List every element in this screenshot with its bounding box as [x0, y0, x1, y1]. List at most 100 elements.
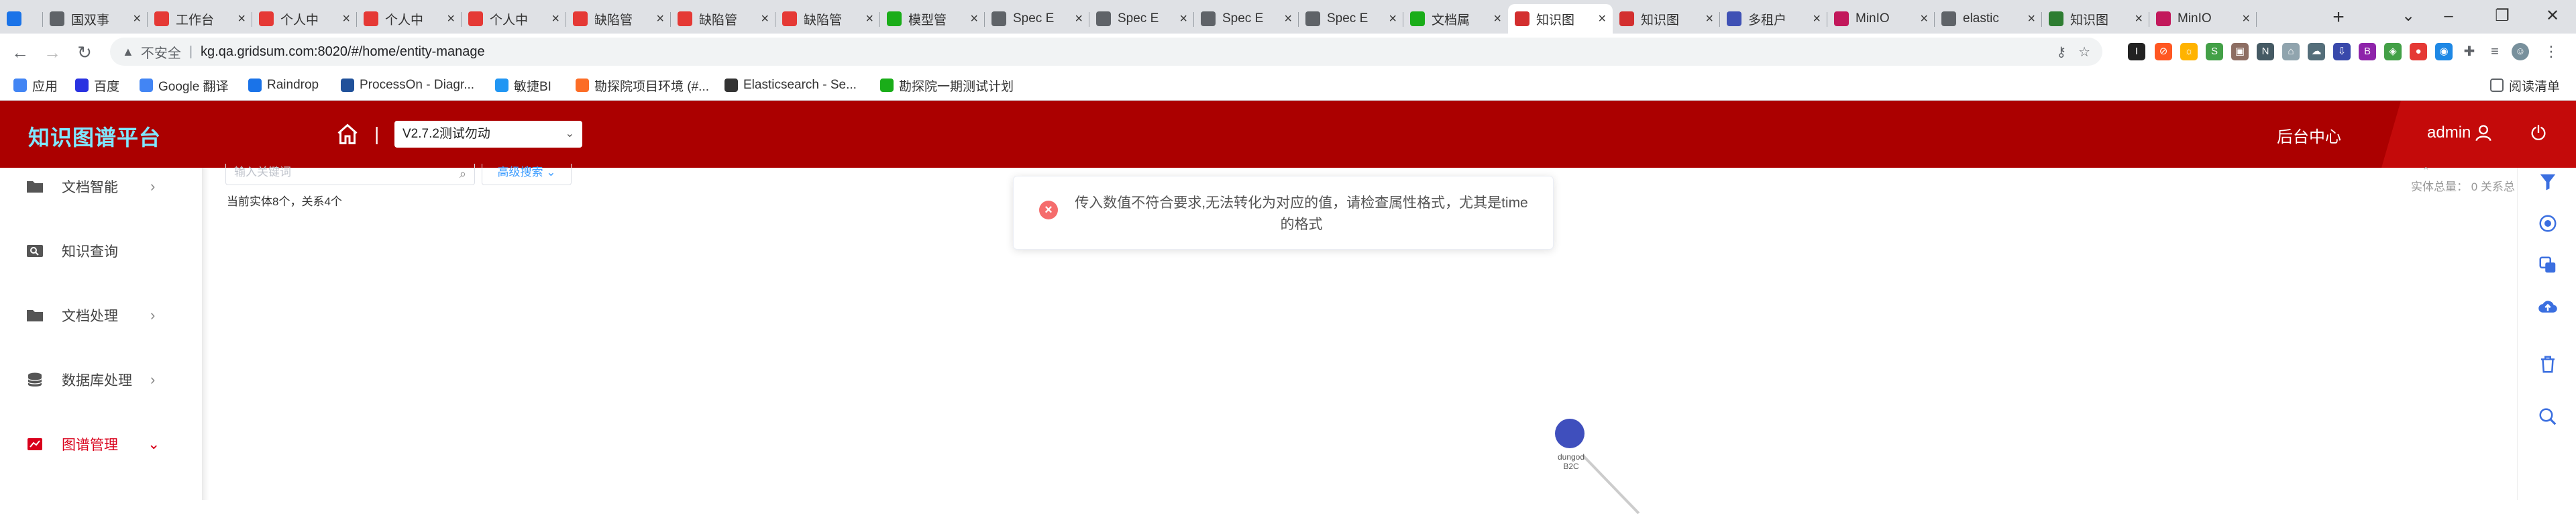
bookmark-item[interactable]: ProcessOn - Diagr... [341, 76, 474, 94]
app-logo[interactable]: 知识图谱平台 [28, 121, 161, 152]
browser-tab[interactable]: 缺陷管 × [775, 4, 880, 34]
browser-tab[interactable]: 知识图 × [1508, 4, 1613, 34]
bookmark-item[interactable]: Google 翻译 [140, 76, 229, 94]
logout-icon[interactable] [2529, 123, 2548, 142]
bookmark-item[interactable]: 勘探院一期测试计划 [880, 76, 1014, 94]
address-bar[interactable]: ▲ 不安全 | kg.qa.gridsum.com:8020/#/home/en… [110, 38, 2102, 66]
search-icon[interactable] [2538, 407, 2558, 427]
bookmark-item[interactable]: 百度 [75, 76, 119, 94]
browser-tab[interactable]: MinIO × [2149, 4, 2257, 34]
bookmark-star-icon[interactable]: ☆ [2078, 44, 2090, 60]
close-tab-icon[interactable]: × [970, 11, 978, 27]
extension-icon[interactable]: ▣ [2231, 43, 2249, 60]
sidebar-item-doc-intelligence[interactable]: 文档智能 › [0, 173, 201, 200]
extension-icon[interactable]: ◉ [2435, 43, 2453, 60]
close-tab-icon[interactable]: × [656, 11, 664, 27]
browser-tab[interactable]: 国双事 × [43, 4, 148, 34]
close-tab-icon[interactable]: × [237, 11, 246, 27]
browser-tab[interactable]: 知识图 × [1613, 4, 1720, 34]
bookmark-item[interactable]: 敏捷BI [495, 76, 551, 94]
minimize-icon[interactable]: – [2428, 3, 2469, 30]
extension-icon[interactable]: ☁ [2308, 43, 2325, 60]
browser-menu-icon[interactable]: ⋮ [2542, 43, 2560, 60]
bookmark-item[interactable]: Raindrop [248, 76, 319, 94]
bookmark-item[interactable]: Elasticsearch - Se... [724, 76, 857, 94]
browser-tab[interactable]: 缺陷管 × [566, 4, 671, 34]
extension-icon[interactable]: B [2359, 43, 2376, 60]
sidebar-item-doc-processing[interactable]: 文档处理 › [0, 302, 201, 329]
bookmark-item[interactable]: 应用 [13, 76, 58, 94]
extension-icon[interactable]: ◈ [2384, 43, 2402, 60]
back-icon[interactable]: ← [7, 39, 34, 66]
browser-tab[interactable]: MinIO × [1827, 4, 1935, 34]
close-tab-icon[interactable]: × [865, 11, 873, 27]
trash-icon[interactable] [2538, 354, 2558, 374]
close-tab-icon[interactable]: × [1284, 11, 1292, 27]
close-window-icon[interactable]: ✕ [2532, 3, 2573, 30]
browser-tab[interactable]: 个人中 × [252, 4, 357, 34]
graph-node[interactable] [1555, 419, 1585, 448]
sidebar-item-knowledge-query[interactable]: 知识查询 [0, 238, 201, 264]
username[interactable]: admin [2427, 123, 2471, 142]
backend-center-link[interactable]: 后台中心 [2277, 123, 2341, 147]
browser-tab[interactable]: Spec E × [1194, 4, 1299, 34]
close-tab-icon[interactable]: × [1705, 11, 1713, 27]
keyword-search-input[interactable]: 输入关键词 ⌕ [225, 164, 475, 185]
browser-tab[interactable] [0, 4, 43, 34]
project-select[interactable]: V2.7.2测试勿动 ⌄ [394, 121, 582, 148]
close-tab-icon[interactable]: × [2027, 11, 2035, 27]
advanced-search-button[interactable]: 高级搜索 ⌄ [482, 164, 572, 185]
target-icon[interactable] [2538, 213, 2558, 234]
reading-list[interactable]: 阅读清单 [2490, 76, 2560, 94]
forward-icon[interactable]: → [39, 39, 66, 66]
browser-tab[interactable]: 文档属 × [1403, 4, 1508, 34]
cloud-upload-icon[interactable] [2538, 297, 2558, 317]
sidebar-item-database-processing[interactable]: 数据库处理 › [0, 366, 201, 393]
filter-icon[interactable] [2538, 172, 2558, 192]
close-tab-icon[interactable]: × [1598, 11, 1606, 27]
extension-icon[interactable]: ⇩ [2333, 43, 2351, 60]
restore-icon[interactable]: ❐ [2482, 3, 2522, 30]
browser-tab[interactable]: 个人中 × [357, 4, 462, 34]
browser-tab[interactable]: 缺陷管 × [671, 4, 775, 34]
close-tab-icon[interactable]: × [1493, 11, 1501, 27]
extension-icon[interactable]: ⌂ [2282, 43, 2300, 60]
close-tab-icon[interactable]: × [2135, 11, 2143, 27]
bookmark-item[interactable]: 勘探院项目环境 (#... [576, 76, 709, 94]
close-tab-icon[interactable]: × [761, 11, 769, 27]
media-icon[interactable]: ≡ [2486, 43, 2504, 60]
close-tab-icon[interactable]: × [447, 11, 455, 27]
search-icon[interactable]: ⌕ [460, 165, 466, 183]
browser-tab[interactable]: 工作台 × [148, 4, 252, 34]
close-tab-icon[interactable]: × [1389, 11, 1397, 27]
close-tab-icon[interactable]: × [2242, 11, 2250, 27]
collapse-toggle[interactable]: ⌃ [2422, 165, 2430, 177]
user-icon[interactable] [2474, 123, 2493, 142]
browser-tab[interactable]: Spec E × [1089, 4, 1194, 34]
extension-icon[interactable]: I [2128, 43, 2145, 60]
close-tab-icon[interactable]: × [1813, 11, 1821, 27]
extension-icon[interactable]: ● [2410, 43, 2427, 60]
browser-tab[interactable]: 个人中 × [462, 4, 566, 34]
close-tab-icon[interactable]: × [1075, 11, 1083, 27]
browser-tab[interactable]: Spec E × [985, 4, 1089, 34]
extensions-puzzle-icon[interactable]: ✚ [2461, 43, 2478, 60]
profile-avatar[interactable]: ☺ [2512, 43, 2529, 60]
tab-search-icon[interactable]: ⌄ [2388, 3, 2428, 30]
key-icon[interactable]: ⚷ [2056, 44, 2066, 60]
reload-icon[interactable]: ↻ [71, 39, 98, 66]
browser-tab[interactable]: elastic × [1935, 4, 2042, 34]
sidebar-item-graph-management[interactable]: 图谱管理 ⌄ [0, 431, 201, 458]
copy-icon[interactable] [2538, 255, 2558, 275]
browser-tab[interactable]: Spec E × [1299, 4, 1403, 34]
home-icon[interactable] [335, 122, 360, 146]
close-tab-icon[interactable]: × [551, 11, 559, 27]
extension-icon[interactable]: N [2257, 43, 2274, 60]
new-tab-button[interactable]: + [2325, 4, 2352, 31]
extension-icon[interactable]: S [2206, 43, 2223, 60]
close-tab-icon[interactable]: × [1920, 11, 1928, 27]
extension-icon[interactable]: ☼ [2180, 43, 2198, 60]
extension-icon[interactable]: ⊘ [2155, 43, 2172, 60]
close-tab-icon[interactable]: × [1179, 11, 1187, 27]
close-tab-icon[interactable]: × [342, 11, 350, 27]
